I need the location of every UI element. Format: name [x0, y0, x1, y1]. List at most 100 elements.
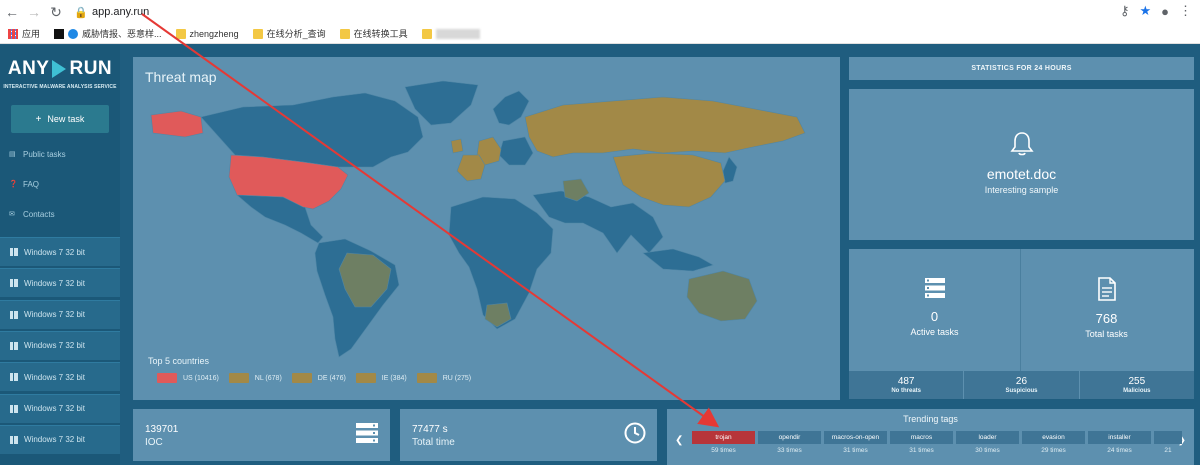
sample-name: emotet.doc [986, 166, 1057, 182]
back-icon[interactable]: ← [2, 2, 22, 22]
region-south-asia [532, 190, 664, 254]
tag-chip[interactable]: evasion [1022, 431, 1085, 444]
tag-chip[interactable]: trojan [692, 431, 755, 444]
country-de [456, 154, 486, 182]
bookmark-4[interactable]: 在线转换工具 [339, 27, 408, 40]
apps-icon [8, 28, 18, 39]
legend-swatch [228, 373, 249, 383]
site-icon [68, 28, 79, 39]
tag-chip[interactable]: installer [1088, 431, 1151, 444]
ioc-label: IOC [145, 437, 163, 448]
tag-chip[interactable]: opendir [758, 431, 821, 444]
total-tasks-label: Total tasks [1085, 329, 1128, 339]
sample-subtitle: Interesting sample [984, 185, 1059, 195]
star-icon[interactable]: ★ [1139, 3, 1151, 19]
tag-count: 24 times [1107, 447, 1132, 454]
mail-icon: ✉ [9, 210, 15, 218]
malicious-cell[interactable]: 255 Malicious [1080, 371, 1194, 399]
folder-icon [252, 28, 263, 39]
suspicious-cell[interactable]: 26 Suspicious [964, 371, 1080, 399]
bell-icon [1009, 132, 1034, 156]
country-us-alaska [150, 110, 204, 138]
tag-count: 21 [1164, 447, 1172, 454]
tag-chip[interactable]: macros [890, 431, 953, 444]
interesting-sample-panel[interactable]: emotet.doc Interesting sample [849, 89, 1194, 240]
windows-icon [10, 404, 18, 413]
legend-swatch [157, 373, 177, 383]
ioc-value: 139701 [145, 424, 179, 435]
tag-chip[interactable] [1154, 431, 1182, 444]
tag-chip[interactable]: loader [956, 431, 1019, 444]
windows-icon [10, 310, 18, 319]
legend-item: DE (476) [291, 373, 346, 383]
threat-breakdown: 487 No threats 26 Suspicious 255 Malicio… [849, 371, 1194, 399]
legend-item: US (10416) [157, 373, 219, 383]
legend-item: NL (678) [228, 373, 282, 383]
tag-count: 33 times [777, 447, 802, 454]
total-tasks: 768 Total tasks [1021, 277, 1192, 339]
bookmark-1[interactable]: 威胁情报、恶意样... [54, 27, 162, 40]
sidebar-task-item[interactable]: Windows 7 32 bit [0, 330, 120, 360]
sidebar-item-public-tasks[interactable]: ▤ Public tasks [9, 150, 66, 159]
sidebar-task-item[interactable]: Windows 7 32 bit [0, 299, 120, 329]
country-australia [686, 270, 758, 322]
windows-icon [10, 373, 18, 382]
folder-icon [339, 28, 350, 39]
country-japan [722, 156, 738, 184]
world-map [150, 80, 806, 358]
legend-swatch [416, 373, 437, 383]
tasks-panel: 0 Active tasks 768 Total tasks 487 No th… [849, 249, 1194, 399]
trending-tags-panel: Trending tags ❮ ❯ trojan59 timesopendir3… [667, 409, 1194, 465]
total-time-box: 77477 s Total time [400, 409, 657, 461]
plus-icon: + [35, 113, 42, 125]
country-ru [524, 96, 806, 158]
server-icon [356, 423, 378, 443]
windows-icon [10, 279, 18, 288]
sidebar-task-item[interactable]: Windows 7 32 bit [0, 268, 120, 298]
total-time-value: 77477 s [412, 424, 448, 435]
file-icon [1097, 277, 1116, 301]
sidebar-item-faq[interactable]: ❓ FAQ [9, 180, 39, 189]
sidebar-task-item[interactable]: Windows 7 32 bit [0, 237, 120, 266]
region-east-europe [498, 136, 534, 166]
play-icon [52, 60, 67, 78]
bookmark-2[interactable]: zhengzheng [175, 28, 239, 39]
sidebar-task-item[interactable]: Windows 7 32 bit [0, 362, 120, 392]
reload-icon[interactable]: ↻ [46, 2, 66, 22]
legend-item: IE (384) [355, 373, 407, 383]
country-norway [492, 90, 530, 126]
tag-count: 30 times [975, 447, 1000, 454]
bookmark-apps[interactable]: 应用 [8, 27, 40, 40]
sidebar-task-item[interactable]: Windows 7 32 bit [0, 393, 120, 423]
tag-chip[interactable]: macros-on-open [824, 431, 887, 444]
clock-icon [624, 422, 646, 444]
menu-icon[interactable]: ⋮ [1179, 3, 1192, 19]
legend-swatch [291, 373, 312, 383]
threat-map-panel: Threat map Top 5 countries US (10416) NL … [133, 57, 840, 400]
country-legend: US (10416) NL (678) DE (476) IE (384) RU (27… [157, 373, 471, 383]
blurred-label [435, 28, 480, 39]
bookmarks-bar: 应用 威胁情报、恶意样... zhengzheng 在线分析_查询 在线转换工具 [0, 24, 1200, 44]
folder-icon [421, 28, 432, 39]
key-icon[interactable]: ⚷ [1120, 3, 1130, 19]
no-threats-cell[interactable]: 487 No threats [849, 371, 965, 399]
new-task-button[interactable]: + New task [11, 105, 109, 133]
profile-icon[interactable]: ● [1161, 4, 1169, 19]
address-bar[interactable]: 🔒 app.any.run [74, 2, 1114, 22]
lock-icon: 🔒 [74, 6, 88, 19]
legend-swatch [355, 373, 376, 383]
sidebar-task-item[interactable]: Windows 7 32 bit [0, 424, 120, 454]
country-cn [612, 152, 726, 208]
server-icon [924, 278, 945, 298]
logo[interactable]: ANY RUN INTERACTIVE MALWARE ANALYSIS SER… [0, 45, 120, 97]
sidebar-item-contacts[interactable]: ✉ Contacts [9, 210, 55, 219]
sidebar: ANY RUN INTERACTIVE MALWARE ANALYSIS SER… [0, 45, 120, 465]
tag-count: 31 times [843, 447, 868, 454]
ioc-box: 139701 IOC [133, 409, 390, 461]
chevron-left-icon[interactable]: ❮ [675, 435, 683, 446]
forward-icon[interactable]: → [24, 2, 44, 22]
active-tasks: 0 Active tasks [849, 277, 1020, 337]
bookmark-5[interactable] [421, 28, 480, 39]
country-ie [450, 138, 464, 154]
bookmark-3[interactable]: 在线分析_查询 [252, 27, 326, 40]
